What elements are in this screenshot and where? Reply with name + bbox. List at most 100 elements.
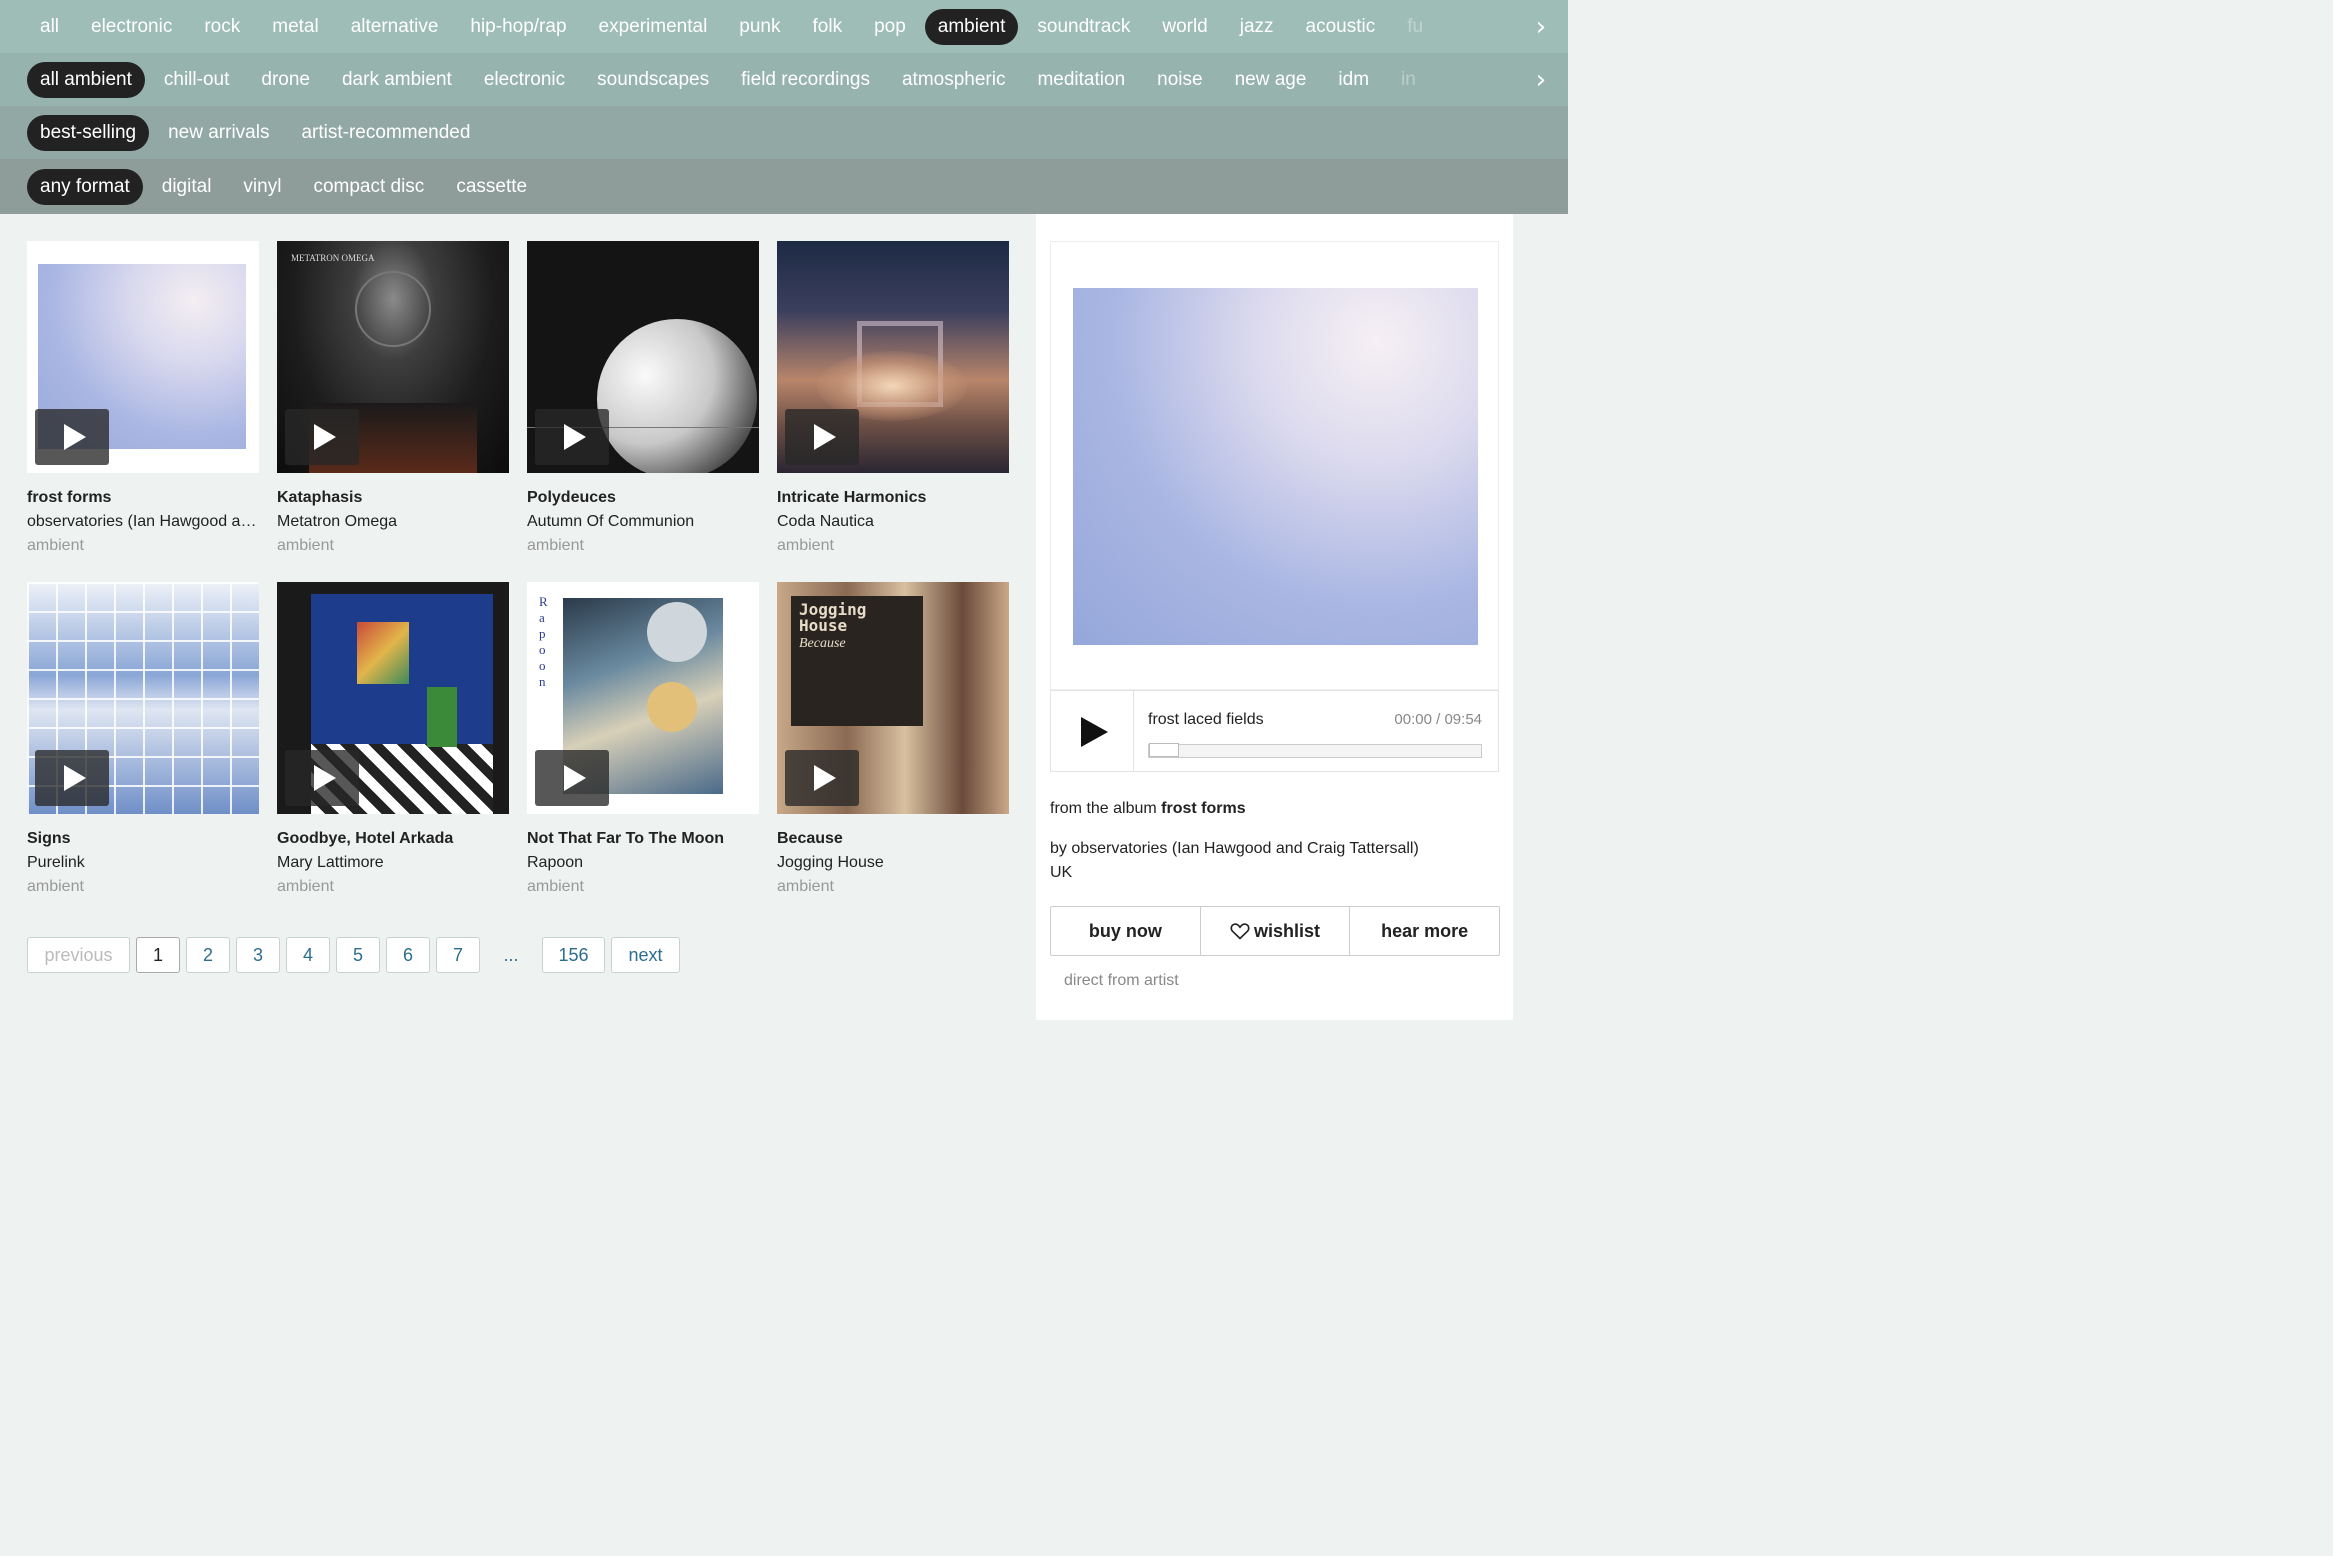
- hear-more-button[interactable]: hear more: [1350, 907, 1499, 955]
- page-button-6[interactable]: 6: [386, 937, 430, 973]
- genre-tag-world[interactable]: world: [1149, 9, 1220, 45]
- subgenre-tag-noise[interactable]: noise: [1144, 62, 1215, 98]
- play-icon[interactable]: [285, 750, 359, 806]
- genre-tag-rock[interactable]: rock: [191, 9, 253, 45]
- album-title[interactable]: Signs: [27, 830, 259, 848]
- play-icon[interactable]: [535, 409, 609, 465]
- album-card[interactable]: Polydeuces Autumn Of Communion ambient: [527, 241, 759, 555]
- album-artist[interactable]: observatories (Ian Hawgood a…: [27, 513, 259, 531]
- play-icon[interactable]: [285, 409, 359, 465]
- genre-tag-punk[interactable]: punk: [726, 9, 793, 45]
- album-title[interactable]: Kataphasis: [277, 489, 509, 507]
- album-title[interactable]: frost forms: [27, 489, 259, 507]
- sort-tag-new-arrivals[interactable]: new arrivals: [155, 115, 282, 151]
- play-icon[interactable]: [35, 409, 109, 465]
- album-card[interactable]: Jogging House Because Because Jogging Ho…: [777, 582, 1009, 896]
- album-artist[interactable]: Purelink: [27, 854, 259, 872]
- album-artist[interactable]: Rapoon: [527, 854, 759, 872]
- genre-tag-acoustic[interactable]: acoustic: [1293, 9, 1389, 45]
- album-title[interactable]: Intricate Harmonics: [777, 489, 1009, 507]
- page-button-last[interactable]: 156: [542, 937, 605, 973]
- subgenre-tag-chill-out[interactable]: chill-out: [151, 62, 242, 98]
- cover-subtext: Because: [799, 636, 846, 651]
- album-artist[interactable]: Metatron Omega: [277, 513, 509, 531]
- album-cover[interactable]: [277, 582, 509, 814]
- play-icon[interactable]: [1051, 691, 1134, 771]
- genre-tag-electronic[interactable]: electronic: [78, 9, 185, 45]
- album-card[interactable]: METATRON OMEGA Kataphasis Metatron Omega…: [277, 241, 509, 555]
- album-card[interactable]: frost forms observatories (Ian Hawgood a…: [27, 241, 259, 555]
- page-button-1[interactable]: 1: [136, 937, 180, 973]
- album-title[interactable]: Because: [777, 830, 1009, 848]
- action-buttons: buy now wishlist hear more: [1050, 906, 1500, 956]
- page-button-3[interactable]: 3: [236, 937, 280, 973]
- format-tag-any-format[interactable]: any format: [27, 168, 143, 205]
- play-icon[interactable]: [785, 409, 859, 465]
- subgenre-tag-meditation[interactable]: meditation: [1024, 62, 1138, 98]
- page-button-5[interactable]: 5: [336, 937, 380, 973]
- album-artist[interactable]: Autumn Of Communion: [527, 513, 759, 531]
- album-artist[interactable]: Mary Lattimore: [277, 854, 509, 872]
- chevron-right-icon[interactable]: ›: [1514, 12, 1568, 42]
- album-cover[interactable]: [27, 241, 259, 473]
- genre-tag-metal[interactable]: metal: [259, 9, 331, 45]
- album-cover[interactable]: Jogging House Because: [777, 582, 1009, 814]
- album-cover[interactable]: METATRON OMEGA: [277, 241, 509, 473]
- album-title[interactable]: Goodbye, Hotel Arkada: [277, 830, 509, 848]
- subgenre-tag-all-ambient[interactable]: all ambient: [27, 62, 145, 98]
- genre-tag-folk[interactable]: folk: [800, 9, 856, 45]
- genre-tag-partial[interactable]: fu: [1394, 9, 1436, 45]
- album-title[interactable]: Polydeuces: [527, 489, 759, 507]
- album-card[interactable]: Intricate Harmonics Coda Nautica ambient: [777, 241, 1009, 555]
- wishlist-button[interactable]: wishlist: [1201, 907, 1351, 955]
- subgenre-tag-atmospheric[interactable]: atmospheric: [889, 62, 1019, 98]
- subgenre-tag-partial[interactable]: in: [1388, 62, 1429, 98]
- album-cover[interactable]: [527, 241, 759, 473]
- buy-now-label: buy now: [1088, 920, 1162, 941]
- sort-tag-artist-recommended[interactable]: artist-recommended: [288, 115, 483, 151]
- buy-now-button[interactable]: buy now: [1051, 907, 1201, 955]
- page-button-4[interactable]: 4: [286, 937, 330, 973]
- genre-tag-soundtrack[interactable]: soundtrack: [1024, 9, 1143, 45]
- genre-tag-ambient[interactable]: ambient: [924, 9, 1019, 45]
- artist-line[interactable]: by observatories (Ian Hawgood and Craig …: [1050, 840, 1419, 858]
- genre-tag-jazz[interactable]: jazz: [1227, 9, 1287, 45]
- album-link[interactable]: frost forms: [1161, 800, 1245, 817]
- progress-bar[interactable]: [1148, 743, 1482, 758]
- subgenre-tag-idm[interactable]: idm: [1325, 62, 1382, 98]
- play-icon[interactable]: [785, 750, 859, 806]
- format-tag-cassette[interactable]: cassette: [443, 169, 540, 205]
- genre-tag-hip-hop-rap[interactable]: hip-hop/rap: [457, 9, 579, 45]
- subgenre-tag-drone[interactable]: drone: [248, 62, 323, 98]
- album-cover[interactable]: Rapoon: [527, 582, 759, 814]
- next-button[interactable]: next: [611, 937, 680, 973]
- page-button-2[interactable]: 2: [186, 937, 230, 973]
- sort-tag-best-selling[interactable]: best-selling: [27, 115, 150, 151]
- chevron-right-icon[interactable]: ›: [1514, 65, 1568, 95]
- format-tag-vinyl[interactable]: vinyl: [230, 169, 294, 205]
- album-cover[interactable]: [777, 241, 1009, 473]
- format-tag-compact-disc[interactable]: compact disc: [300, 169, 437, 205]
- album-artist[interactable]: Jogging House: [777, 854, 1009, 872]
- play-icon[interactable]: [535, 750, 609, 806]
- genre-tag-alternative[interactable]: alternative: [338, 9, 452, 45]
- subgenre-tag-electronic[interactable]: electronic: [471, 62, 578, 98]
- play-icon[interactable]: [35, 750, 109, 806]
- page-button-7[interactable]: 7: [436, 937, 480, 973]
- album-card[interactable]: Rapoon Not That Far To The Moon Rapoon a…: [527, 582, 759, 896]
- genre-tag-experimental[interactable]: experimental: [586, 9, 721, 45]
- subgenre-tag-soundscapes[interactable]: soundscapes: [584, 62, 722, 98]
- subgenre-tag-dark-ambient[interactable]: dark ambient: [329, 62, 465, 98]
- subgenre-tag-field-recordings[interactable]: field recordings: [728, 62, 883, 98]
- album-card[interactable]: Signs Purelink ambient: [27, 582, 259, 896]
- genre-tag-pop[interactable]: pop: [861, 9, 919, 45]
- album-cover[interactable]: [27, 582, 259, 814]
- progress-handle[interactable]: [1149, 743, 1179, 757]
- album-artist[interactable]: Coda Nautica: [777, 513, 1009, 531]
- format-tag-digital[interactable]: digital: [149, 169, 225, 205]
- album-card[interactable]: Goodbye, Hotel Arkada Mary Lattimore amb…: [277, 582, 509, 896]
- album-title[interactable]: Not That Far To The Moon: [527, 830, 759, 848]
- genre-tag-all[interactable]: all: [27, 9, 72, 45]
- cover-text: METATRON OMEGA: [291, 253, 375, 263]
- subgenre-tag-new-age[interactable]: new age: [1222, 62, 1320, 98]
